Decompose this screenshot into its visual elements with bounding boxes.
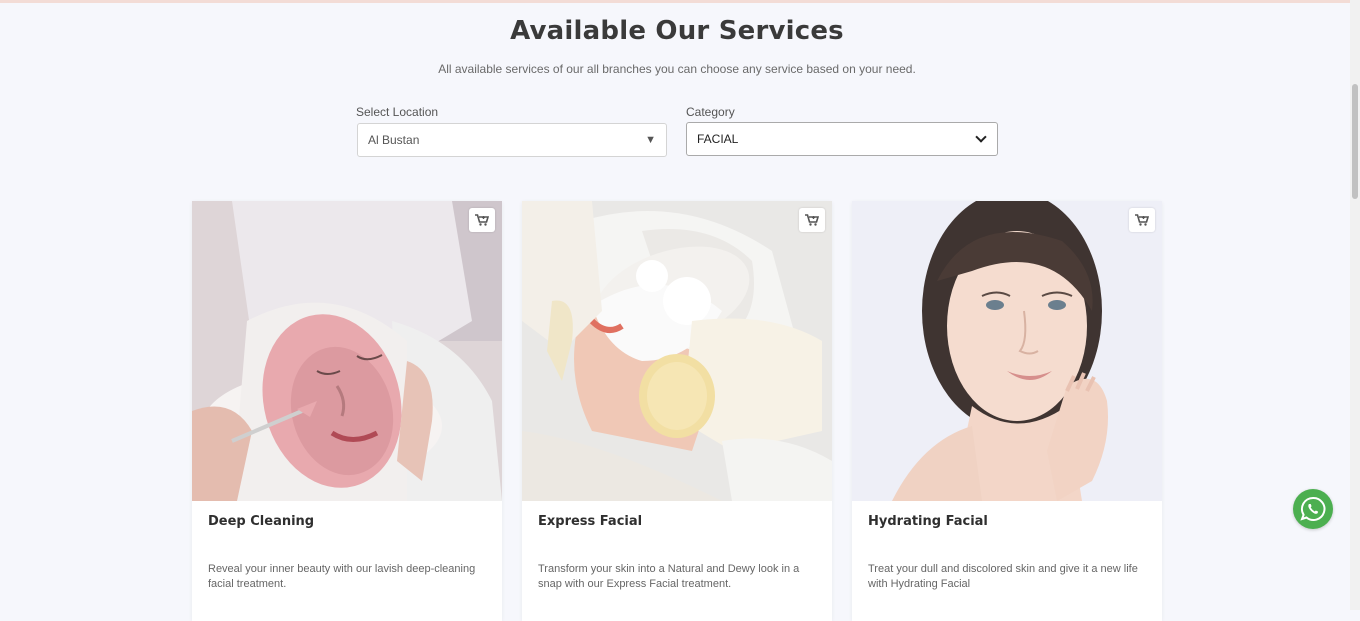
location-select[interactable]: Al Bustan ▼ (357, 123, 667, 157)
scrollbar-thumb[interactable] (1352, 84, 1358, 199)
service-title: Express Facial (538, 514, 643, 529)
cart-icon (805, 214, 819, 226)
chevron-down-icon (975, 131, 987, 143)
whatsapp-button[interactable] (1293, 489, 1333, 529)
top-accent-line (0, 0, 1360, 3)
service-card-hydrating-facial[interactable]: Hydrating Facial Treat your dull and dis… (852, 201, 1162, 621)
service-description: Transform your skin into a Natural and D… (538, 563, 800, 590)
location-label: Select Location (356, 105, 439, 119)
cart-icon (475, 214, 489, 226)
dropdown-arrow-icon: ▼ (645, 134, 656, 146)
add-to-cart-button[interactable] (1129, 208, 1155, 232)
service-card-deep-cleaning[interactable]: Deep Cleaning Reveal your inner beauty w… (192, 201, 502, 621)
page-title: Available Our Services (510, 16, 844, 46)
service-description: Reveal your inner beauty with our lavish… (208, 563, 476, 590)
service-image (522, 201, 832, 501)
whatsapp-icon (1300, 496, 1326, 521)
service-title: Deep Cleaning (208, 514, 315, 529)
service-title: Hydrating Facial (868, 514, 988, 529)
add-to-cart-button[interactable] (799, 208, 825, 232)
location-select-value: Al Bustan (368, 133, 420, 147)
cart-icon (1135, 214, 1149, 226)
category-select[interactable]: FACIAL (686, 122, 998, 156)
category-label: Category (686, 105, 735, 119)
service-card-express-facial[interactable]: Express Facial Transform your skin into … (522, 201, 832, 621)
category-select-value: FACIAL (697, 132, 739, 146)
service-image (192, 201, 502, 501)
page-scrollbar[interactable] (1350, 0, 1360, 610)
add-to-cart-button[interactable] (469, 208, 495, 232)
service-description: Treat your dull and discolored skin and … (868, 563, 1138, 590)
page-subtitle: All available services of our all branch… (438, 62, 916, 76)
service-image (852, 201, 1162, 501)
